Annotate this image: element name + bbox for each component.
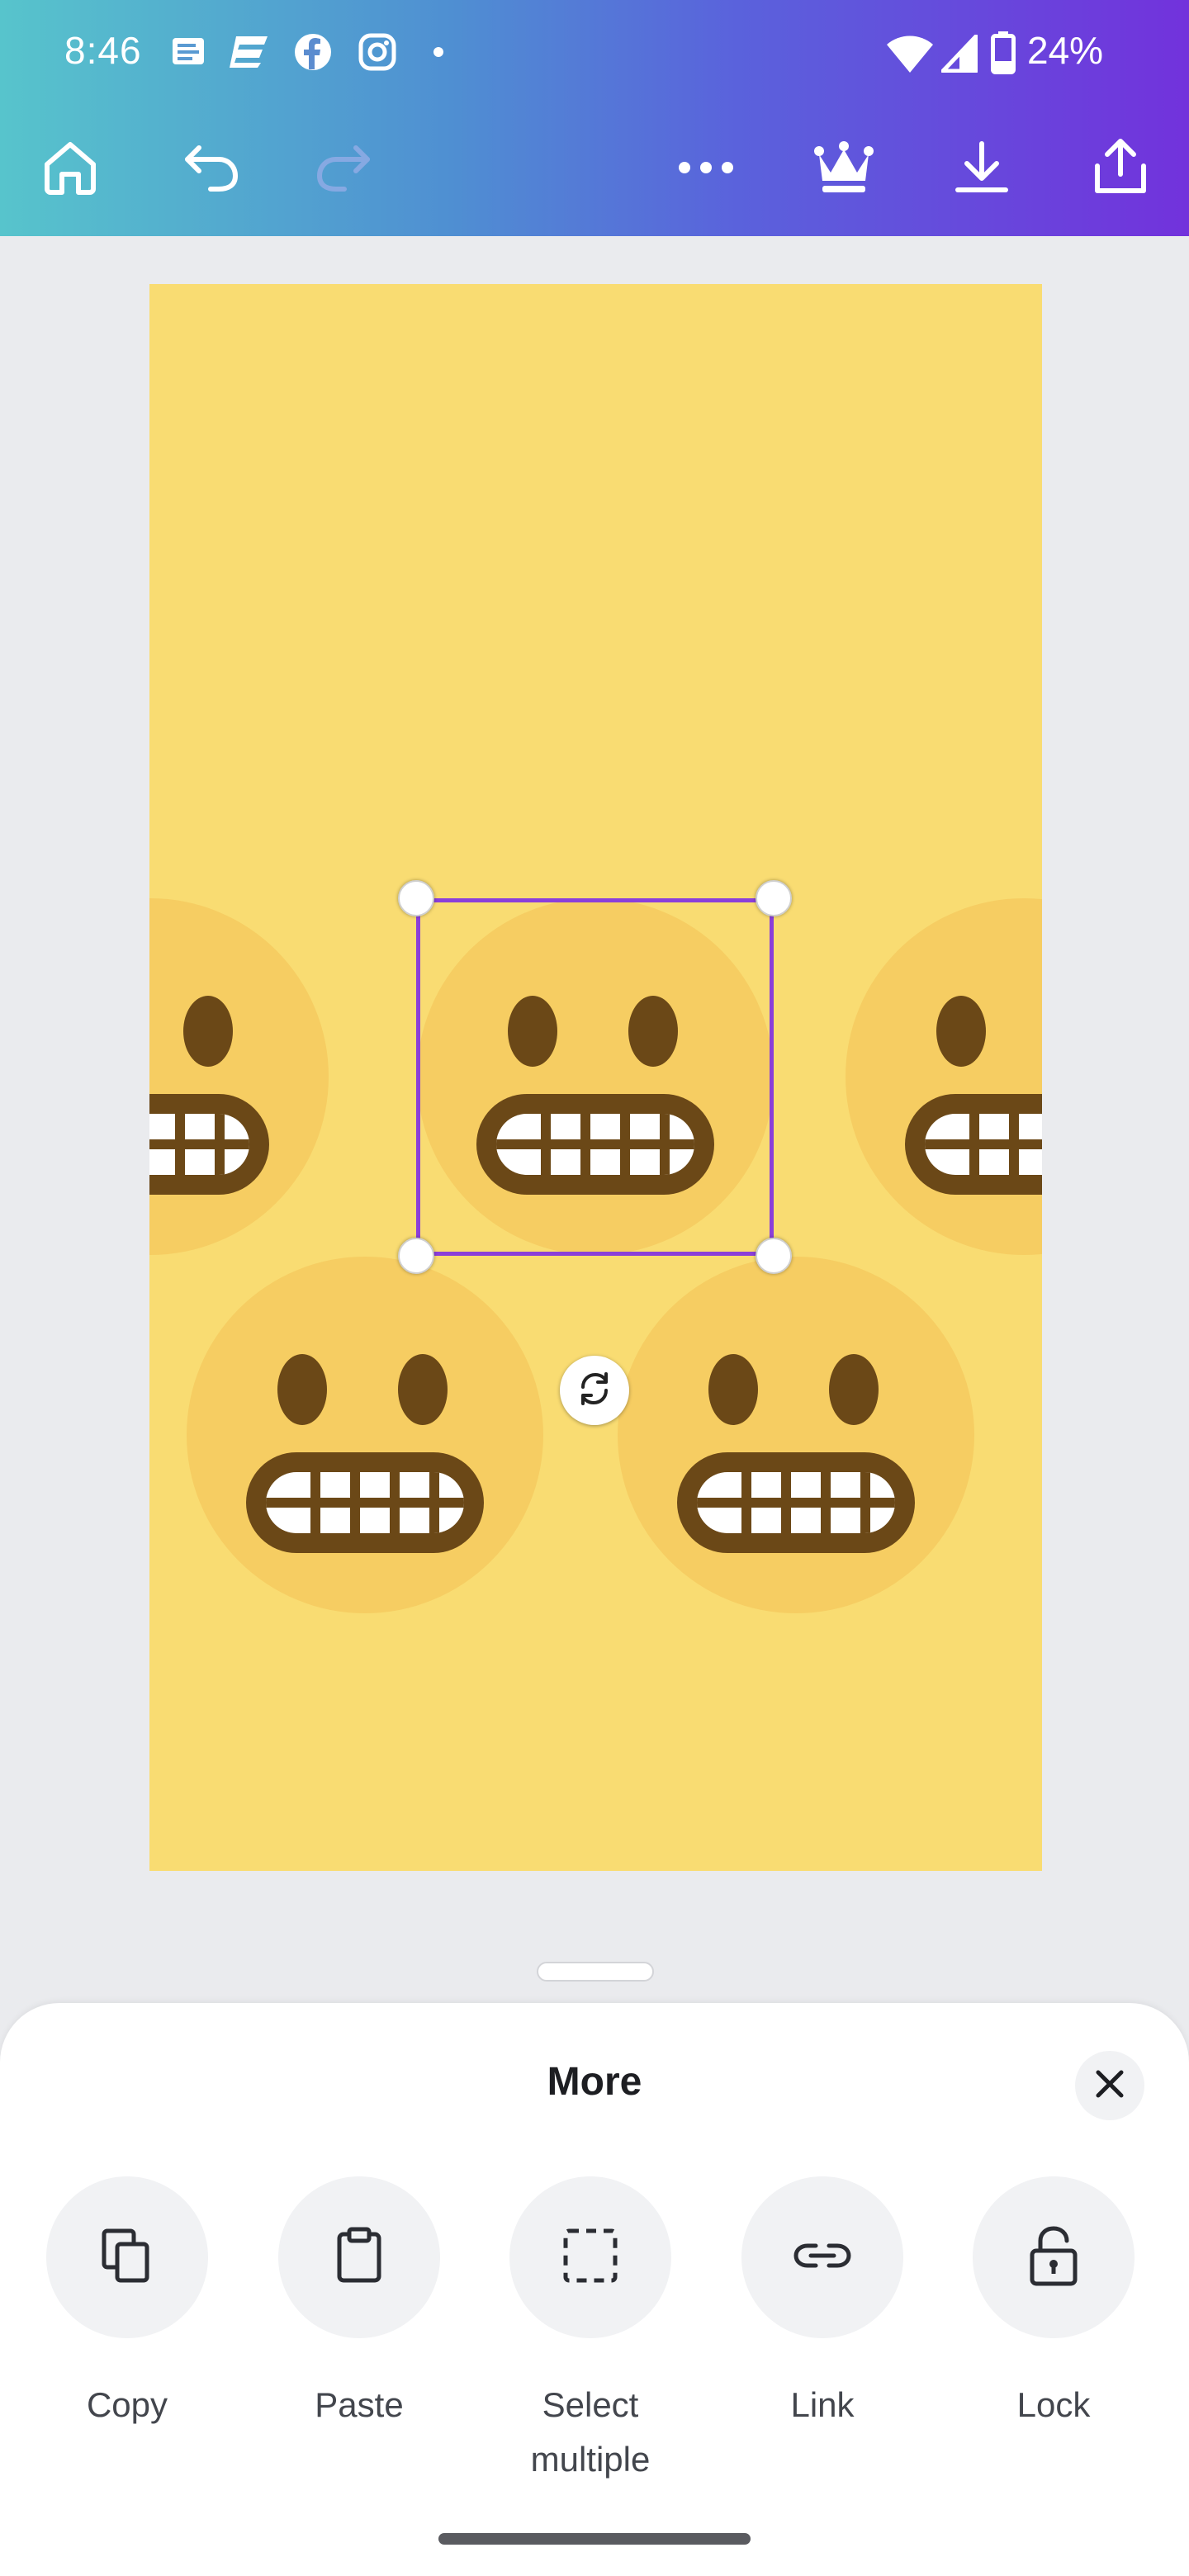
status-bar: 8:46 24%: [0, 0, 1189, 107]
link-label: Link: [790, 2385, 855, 2424]
grimacing-emoji[interactable]: [846, 898, 1042, 1255]
select-multiple-label: Select multiple: [508, 2378, 673, 2487]
paste-action[interactable]: Paste: [277, 2176, 442, 2432]
share-icon: [1091, 138, 1150, 201]
download-icon: [953, 139, 1011, 201]
facebook-icon: [294, 33, 332, 75]
copy-label: Copy: [86, 2385, 168, 2424]
signal-icon: [940, 34, 978, 77]
dot-icon: [433, 46, 444, 62]
share-button[interactable]: [1075, 124, 1166, 215]
undo-icon: [181, 143, 240, 197]
instagram-icon: [358, 33, 396, 75]
emoji-mouth: [246, 1452, 484, 1553]
home-indicator[interactable]: [438, 2533, 751, 2545]
more-icon: [676, 159, 736, 180]
select-multiple-icon: [561, 2226, 620, 2290]
grimacing-emoji[interactable]: [187, 1257, 543, 1613]
clipboard-icon: [329, 2226, 389, 2290]
lock-icon: [1027, 2224, 1080, 2291]
selection-box[interactable]: [416, 898, 774, 1256]
status-time: 8:46: [64, 29, 142, 72]
home-icon: [40, 138, 100, 201]
select-multiple-button[interactable]: [509, 2176, 671, 2338]
emoji-eye: [398, 1354, 448, 1425]
rotate-handle[interactable]: [560, 1356, 629, 1425]
lock-action[interactable]: Lock: [971, 2176, 1136, 2432]
close-button[interactable]: [1075, 2051, 1144, 2120]
redo-button[interactable]: [299, 124, 390, 215]
emoji-eye: [183, 996, 233, 1067]
resize-handle-bottom-right[interactable]: [756, 1238, 792, 1274]
paste-label: Paste: [315, 2385, 404, 2424]
emoji-mouth: [149, 1094, 269, 1195]
news-icon: [170, 33, 206, 73]
battery-icon: [991, 31, 1016, 78]
premium-button[interactable]: [798, 124, 889, 215]
link-icon: [791, 2231, 854, 2285]
select-multiple-label-line2: multiple: [530, 2440, 651, 2479]
emoji-eye: [708, 1354, 758, 1425]
grimacing-emoji[interactable]: [618, 1257, 974, 1613]
editor-toolbar: [0, 124, 1189, 215]
home-button[interactable]: [25, 124, 116, 215]
grimacing-emoji[interactable]: [149, 898, 329, 1255]
copy-button[interactable]: [46, 2176, 208, 2338]
battery-percentage: 24%: [1027, 29, 1104, 72]
emoji-eye: [936, 996, 986, 1067]
link-button[interactable]: [741, 2176, 903, 2338]
app-icon: [230, 33, 269, 73]
link-action[interactable]: Link: [740, 2176, 905, 2432]
copy-action[interactable]: Copy: [45, 2176, 210, 2432]
lock-button[interactable]: [973, 2176, 1135, 2338]
download-button[interactable]: [936, 124, 1027, 215]
emoji-eye: [829, 1354, 879, 1425]
resize-handle-bottom-left[interactable]: [398, 1238, 434, 1274]
emoji-mouth: [905, 1094, 1042, 1195]
emoji-eye: [277, 1354, 327, 1425]
crown-icon: [812, 140, 875, 200]
more-bottom-sheet: More Copy Paste Select multiple Link Loc…: [0, 2003, 1189, 2576]
undo-button[interactable]: [165, 124, 256, 215]
copy-icon: [97, 2226, 157, 2290]
emoji-mouth: [677, 1452, 915, 1553]
select-multiple-action[interactable]: Select multiple: [508, 2176, 673, 2487]
sheet-drag-handle[interactable]: [537, 1962, 654, 1982]
redo-icon: [315, 143, 374, 197]
resize-handle-top-left[interactable]: [398, 880, 434, 916]
close-icon: [1093, 2067, 1126, 2105]
more-options-button[interactable]: [661, 124, 751, 215]
paste-button[interactable]: [278, 2176, 440, 2338]
select-multiple-label-line1: Select: [542, 2385, 639, 2424]
rotate-icon: [575, 1369, 614, 1413]
resize-handle-top-right[interactable]: [756, 880, 792, 916]
sheet-title: More: [547, 2060, 642, 2104]
top-bar: 8:46 24%: [0, 0, 1189, 236]
lock-label: Lock: [1016, 2385, 1091, 2424]
wifi-icon: [887, 35, 933, 77]
